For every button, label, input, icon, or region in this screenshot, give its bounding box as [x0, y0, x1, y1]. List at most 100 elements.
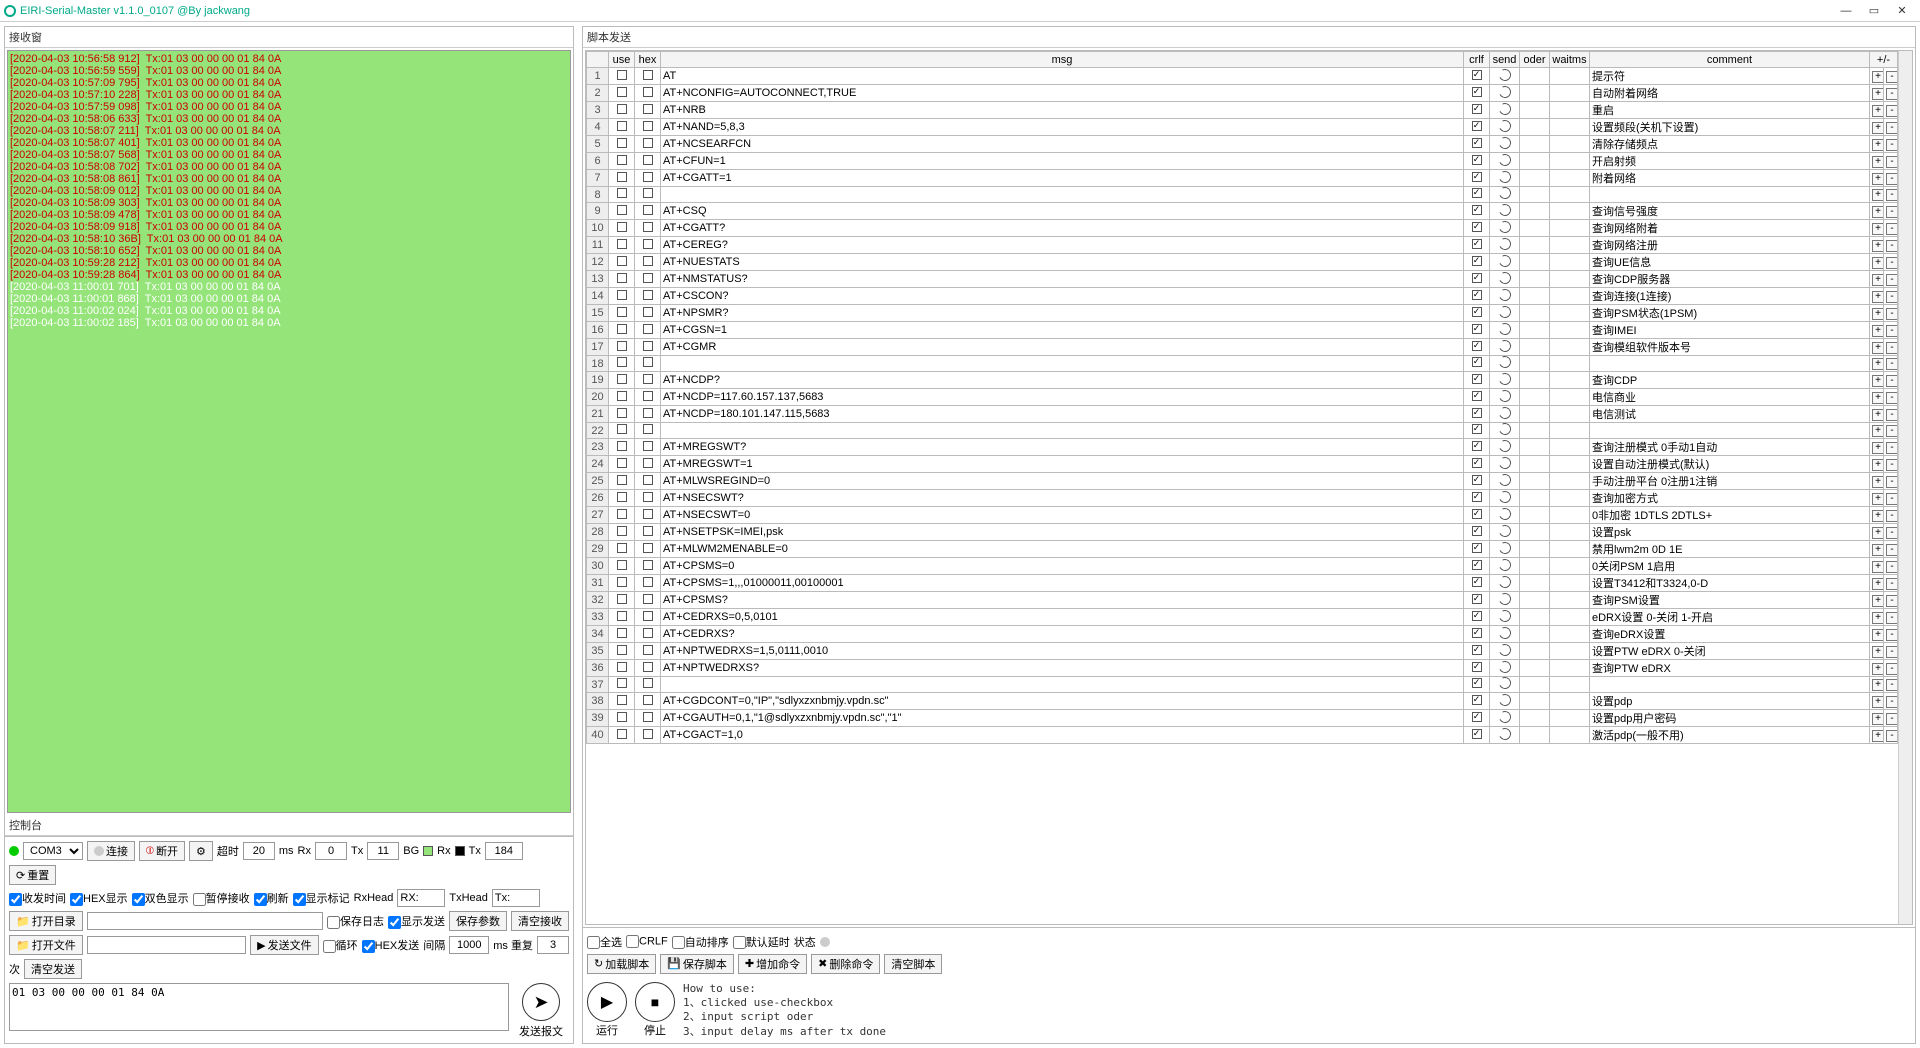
row-del-button[interactable]: -	[1884, 356, 1898, 372]
waitms-cell[interactable]	[1550, 677, 1590, 693]
row-add-button[interactable]: +	[1870, 660, 1884, 677]
connect-button[interactable]: 连接	[87, 841, 135, 861]
crlf-check[interactable]: CRLF	[626, 935, 668, 948]
send-row-button[interactable]	[1490, 456, 1520, 473]
row-del-button[interactable]: -	[1884, 187, 1898, 203]
send-row-button[interactable]	[1490, 356, 1520, 372]
run-button[interactable]: ▶	[587, 982, 627, 1022]
table-row[interactable]: 21AT+NCDP=180.101.147.115,5683电信测试+-	[587, 406, 1898, 423]
recv-console[interactable]: [2020-04-03 10:56:58 912] Tx:01 03 00 00…	[7, 50, 571, 813]
crlf-checkbox[interactable]	[1464, 68, 1490, 85]
msg-cell[interactable]: AT+NCDP?	[661, 372, 1464, 389]
crlf-checkbox[interactable]	[1464, 423, 1490, 439]
crlf-checkbox[interactable]	[1464, 356, 1490, 372]
crlf-checkbox[interactable]	[1464, 643, 1490, 660]
row-add-button[interactable]: +	[1870, 237, 1884, 254]
table-row[interactable]: 2AT+NCONFIG=AUTOCONNECT,TRUE自动附着网络+-	[587, 85, 1898, 102]
crlf-checkbox[interactable]	[1464, 507, 1490, 524]
oder-cell[interactable]	[1520, 322, 1550, 339]
waitms-cell[interactable]	[1550, 119, 1590, 136]
msg-cell[interactable]: AT+MREGSWT?	[661, 439, 1464, 456]
send-row-button[interactable]	[1490, 643, 1520, 660]
comment-cell[interactable]: 附着网络	[1590, 170, 1870, 187]
comment-cell[interactable]	[1590, 423, 1870, 439]
comment-cell[interactable]: 查询加密方式	[1590, 490, 1870, 507]
comment-cell[interactable]: 清除存储频点	[1590, 136, 1870, 153]
maximize-button[interactable]: ▭	[1860, 4, 1888, 17]
waitms-cell[interactable]	[1550, 68, 1590, 85]
msg-cell[interactable]: AT+NPSMR?	[661, 305, 1464, 322]
crlf-checkbox[interactable]	[1464, 541, 1490, 558]
use-checkbox[interactable]	[609, 524, 635, 541]
row-add-button[interactable]: +	[1870, 339, 1884, 356]
row-del-button[interactable]: -	[1884, 305, 1898, 322]
comment-cell[interactable]: 0关闭PSM 1启用	[1590, 558, 1870, 575]
use-checkbox[interactable]	[609, 677, 635, 693]
msg-cell[interactable]: AT+CEREG?	[661, 237, 1464, 254]
oder-cell[interactable]	[1520, 170, 1550, 187]
row-del-button[interactable]: -	[1884, 68, 1898, 85]
table-row[interactable]: 20AT+NCDP=117.60.157.137,5683电信商业+-	[587, 389, 1898, 406]
comment-cell[interactable]	[1590, 356, 1870, 372]
stop-button[interactable]: ■	[635, 982, 675, 1022]
crlf-checkbox[interactable]	[1464, 660, 1490, 677]
hex-checkbox[interactable]	[635, 660, 661, 677]
row-add-button[interactable]: +	[1870, 727, 1884, 744]
msg-cell[interactable]	[661, 677, 1464, 693]
comment-cell[interactable]: 查询UE信息	[1590, 254, 1870, 271]
row-add-button[interactable]: +	[1870, 693, 1884, 710]
comment-cell[interactable]: 查询CDP	[1590, 372, 1870, 389]
waitms-cell[interactable]	[1550, 541, 1590, 558]
send-row-button[interactable]	[1490, 339, 1520, 356]
use-checkbox[interactable]	[609, 322, 635, 339]
crlf-checkbox[interactable]	[1464, 271, 1490, 288]
table-row[interactable]: 23AT+MREGSWT?查询注册模式 0手动1自动+-	[587, 439, 1898, 456]
waitms-cell[interactable]	[1550, 727, 1590, 744]
send-row-button[interactable]	[1490, 439, 1520, 456]
row-del-button[interactable]: -	[1884, 456, 1898, 473]
oder-cell[interactable]	[1520, 220, 1550, 237]
oder-cell[interactable]	[1520, 237, 1550, 254]
msg-cell[interactable]: AT+NSETPSK=IMEI,psk	[661, 524, 1464, 541]
repeat-input[interactable]	[537, 936, 569, 954]
use-checkbox[interactable]	[609, 473, 635, 490]
msg-cell[interactable]: AT+CGACT=1,0	[661, 727, 1464, 744]
hex-checkbox[interactable]	[635, 541, 661, 558]
use-checkbox[interactable]	[609, 372, 635, 389]
interval-input[interactable]	[449, 936, 489, 954]
waitms-cell[interactable]	[1550, 490, 1590, 507]
send-row-button[interactable]	[1490, 660, 1520, 677]
row-add-button[interactable]: +	[1870, 626, 1884, 643]
use-checkbox[interactable]	[609, 203, 635, 220]
msg-cell[interactable]: AT+CSCON?	[661, 288, 1464, 305]
use-checkbox[interactable]	[609, 727, 635, 744]
crlf-checkbox[interactable]	[1464, 339, 1490, 356]
crlf-checkbox[interactable]	[1464, 254, 1490, 271]
msg-cell[interactable]: AT+CGAUTH=0,1,"1@sdlyxzxnbmjy.vpdn.sc","…	[661, 710, 1464, 727]
row-del-button[interactable]: -	[1884, 677, 1898, 693]
row-del-button[interactable]: -	[1884, 271, 1898, 288]
row-del-button[interactable]: -	[1884, 490, 1898, 507]
waitms-cell[interactable]	[1550, 339, 1590, 356]
oder-cell[interactable]	[1520, 153, 1550, 170]
row-del-button[interactable]: -	[1884, 609, 1898, 626]
use-checkbox[interactable]	[609, 439, 635, 456]
row-add-button[interactable]: +	[1870, 85, 1884, 102]
msg-cell[interactable]: AT+NMSTATUS?	[661, 271, 1464, 288]
oder-cell[interactable]	[1520, 710, 1550, 727]
waitms-cell[interactable]	[1550, 609, 1590, 626]
hex-checkbox[interactable]	[635, 456, 661, 473]
waitms-cell[interactable]	[1550, 322, 1590, 339]
row-add-button[interactable]: +	[1870, 305, 1884, 322]
row-del-button[interactable]: -	[1884, 693, 1898, 710]
use-checkbox[interactable]	[609, 423, 635, 439]
oder-cell[interactable]	[1520, 677, 1550, 693]
oder-cell[interactable]	[1520, 490, 1550, 507]
table-row[interactable]: 18+-	[587, 356, 1898, 372]
msg-cell[interactable]: AT+CGSN=1	[661, 322, 1464, 339]
row-add-button[interactable]: +	[1870, 490, 1884, 507]
oder-cell[interactable]	[1520, 693, 1550, 710]
table-row[interactable]: 17AT+CGMR查询模组软件版本号+-	[587, 339, 1898, 356]
use-checkbox[interactable]	[609, 660, 635, 677]
table-row[interactable]: 28AT+NSETPSK=IMEI,psk设置psk+-	[587, 524, 1898, 541]
